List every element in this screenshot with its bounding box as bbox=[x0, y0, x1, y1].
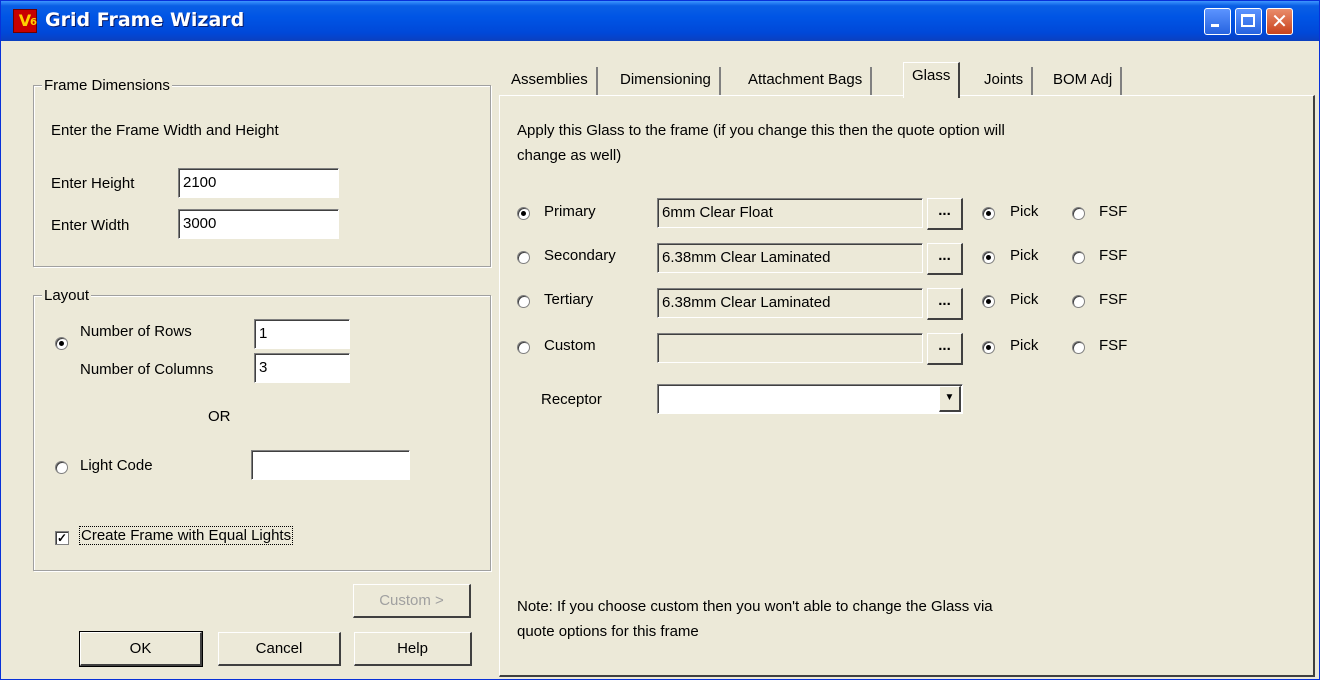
height-input[interactable]: 2100 bbox=[178, 168, 339, 198]
close-icon: ✕ bbox=[1271, 9, 1288, 33]
custom-radio[interactable] bbox=[517, 341, 530, 354]
tertiary-browse-button[interactable]: ... bbox=[927, 288, 963, 320]
wizard-window: V6 Grid Frame Wizard ✕ Frame Dimensions … bbox=[0, 0, 1320, 680]
note-line1: Note: If you choose custom then you won'… bbox=[517, 598, 993, 615]
primary-pick-label: Pick bbox=[1010, 203, 1039, 220]
minimize-icon bbox=[1211, 24, 1219, 27]
close-button[interactable]: ✕ bbox=[1266, 8, 1293, 35]
tertiary-pick-label: Pick bbox=[1010, 291, 1039, 308]
equal-lights-label[interactable]: Create Frame with Equal Lights bbox=[78, 526, 294, 545]
primary-pick-radio[interactable] bbox=[982, 207, 995, 220]
equal-lights-checkbox[interactable]: ✓ bbox=[55, 531, 69, 545]
tab-dimensioning[interactable]: Dimensioning bbox=[612, 67, 721, 95]
maximize-button[interactable] bbox=[1235, 8, 1262, 35]
window-title: Grid Frame Wizard bbox=[45, 9, 245, 31]
custom-button[interactable]: Custom > bbox=[353, 584, 471, 618]
tab-attachment-bags[interactable]: Attachment Bags bbox=[740, 67, 873, 95]
custom-label: Custom bbox=[544, 337, 596, 354]
tab-assemblies[interactable]: Assemblies bbox=[503, 67, 598, 95]
custom-fsf-label: FSF bbox=[1099, 337, 1128, 354]
secondary-pick-label: Pick bbox=[1010, 247, 1039, 264]
receptor-label: Receptor bbox=[541, 391, 602, 408]
glass-intro-line1: Apply this Glass to the frame (if you ch… bbox=[517, 122, 1005, 139]
frame-dimensions-legend: Frame Dimensions bbox=[42, 77, 172, 94]
secondary-fsf-radio[interactable] bbox=[1072, 251, 1085, 264]
secondary-fsf-label: FSF bbox=[1099, 247, 1128, 264]
or-label: OR bbox=[208, 408, 231, 425]
cancel-button[interactable]: Cancel bbox=[218, 632, 341, 666]
layout-legend: Layout bbox=[42, 287, 92, 304]
minimize-button[interactable] bbox=[1204, 8, 1231, 35]
tab-joints[interactable]: Joints bbox=[976, 67, 1034, 95]
height-label: Enter Height bbox=[51, 175, 135, 192]
custom-fsf-radio[interactable] bbox=[1072, 341, 1085, 354]
frame-dimensions-instruction: Enter the Frame Width and Height bbox=[51, 122, 279, 139]
tab-bom-adj[interactable]: BOM Adj bbox=[1045, 67, 1123, 95]
glass-intro-line2: change as well) bbox=[517, 147, 622, 164]
tertiary-label: Tertiary bbox=[544, 291, 594, 308]
maximize-icon bbox=[1241, 14, 1255, 27]
columns-label: Number of Columns bbox=[80, 361, 214, 378]
secondary-pick-radio[interactable] bbox=[982, 251, 995, 264]
tab-glass[interactable]: Glass bbox=[903, 62, 961, 98]
tertiary-pick-radio[interactable] bbox=[982, 295, 995, 308]
primary-browse-button[interactable]: ... bbox=[927, 198, 963, 230]
primary-fsf-label: FSF bbox=[1099, 203, 1128, 220]
rows-label: Number of Rows bbox=[80, 323, 192, 340]
tertiary-fsf-label: FSF bbox=[1099, 291, 1128, 308]
custom-browse-button[interactable]: ... bbox=[927, 333, 963, 365]
chevron-down-icon[interactable]: ▼ bbox=[939, 386, 961, 412]
light-code-label: Light Code bbox=[80, 457, 153, 474]
primary-radio[interactable] bbox=[517, 207, 530, 220]
help-button[interactable]: Help bbox=[354, 632, 472, 666]
custom-glass-field[interactable] bbox=[657, 333, 923, 363]
receptor-dropdown[interactable]: ▼ bbox=[657, 384, 963, 414]
primary-label: Primary bbox=[544, 203, 596, 220]
note-line2: quote options for this frame bbox=[517, 623, 699, 640]
tertiary-glass-field[interactable]: 6.38mm Clear Laminated bbox=[657, 288, 923, 318]
secondary-browse-button[interactable]: ... bbox=[927, 243, 963, 275]
light-code-radio[interactable] bbox=[55, 461, 68, 474]
width-input[interactable]: 3000 bbox=[178, 209, 339, 239]
secondary-label: Secondary bbox=[544, 247, 616, 264]
custom-pick-label: Pick bbox=[1010, 337, 1039, 354]
custom-pick-radio[interactable] bbox=[982, 341, 995, 354]
tertiary-fsf-radio[interactable] bbox=[1072, 295, 1085, 308]
columns-input[interactable]: 3 bbox=[254, 353, 350, 383]
ok-button[interactable]: OK bbox=[79, 631, 203, 667]
rows-input[interactable]: 1 bbox=[254, 319, 350, 349]
rows-columns-radio[interactable] bbox=[55, 337, 68, 350]
primary-fsf-radio[interactable] bbox=[1072, 207, 1085, 220]
secondary-glass-field[interactable]: 6.38mm Clear Laminated bbox=[657, 243, 923, 273]
light-code-input[interactable] bbox=[251, 450, 410, 480]
title-bar[interactable]: V6 Grid Frame Wizard ✕ bbox=[1, 1, 1319, 41]
tertiary-radio[interactable] bbox=[517, 295, 530, 308]
primary-glass-field[interactable]: 6mm Clear Float bbox=[657, 198, 923, 228]
width-label: Enter Width bbox=[51, 217, 130, 234]
secondary-radio[interactable] bbox=[517, 251, 530, 264]
app-icon-version: 6 bbox=[30, 17, 37, 28]
app-icon[interactable]: V6 bbox=[13, 9, 37, 33]
